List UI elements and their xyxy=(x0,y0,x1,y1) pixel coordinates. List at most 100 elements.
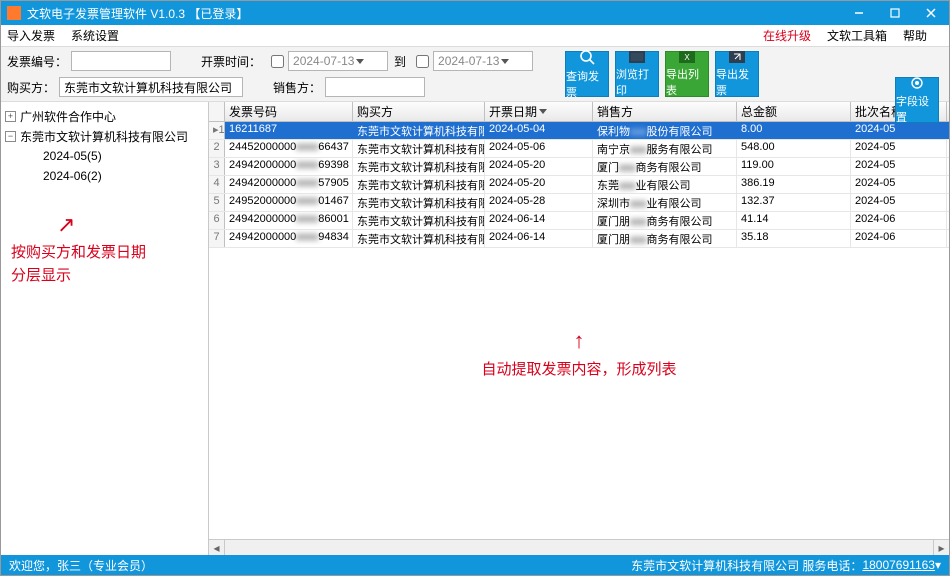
expand-icon[interactable]: + xyxy=(5,111,16,122)
cell-invoice-no: 24942000000xxxx86001 xyxy=(225,212,353,229)
cell-batch: 2024-06 xyxy=(851,212,947,229)
query-button[interactable]: 查询发票 xyxy=(565,51,609,97)
table-row[interactable]: 324942000000xxxx69398东莞市文软计算机科技有限公司2024-… xyxy=(209,158,949,176)
row-index: 3 xyxy=(209,158,225,175)
status-bar: 欢迎您，张三（专业会员） 东莞市文软计算机科技有限公司 服务电话： 180076… xyxy=(1,555,949,575)
tree-node[interactable]: +广州软件合作中心 xyxy=(3,106,206,126)
cell-invoice-no: 24942000000xxxx94834 xyxy=(225,230,353,247)
export-list-button[interactable]: X导出列表 xyxy=(665,51,709,97)
cell-buyer: 东莞市文软计算机科技有限公司 xyxy=(353,194,485,211)
export-invoice-button[interactable]: 导出发票 xyxy=(715,51,759,97)
export-list-icon: X xyxy=(677,50,697,64)
date-to-picker[interactable]: 2024-07-13 xyxy=(433,51,533,71)
annotation-text: 按购买方和发票日期分层显示 xyxy=(3,242,206,287)
col-seller[interactable]: 销售方 xyxy=(593,102,737,121)
menu-toolbox[interactable]: 文软工具箱 xyxy=(827,27,887,44)
main-body: +广州软件合作中心 −东莞市文软计算机科技有限公司 2024-05(5) 202… xyxy=(1,102,949,555)
app-window: 文软电子发票管理软件 V1.0.3 【已登录】 导入发票 系统设置 在线升级 文… xyxy=(0,0,950,576)
col-invoice-no[interactable]: 发票号码 xyxy=(225,102,353,121)
col-buyer[interactable]: 购买方 xyxy=(353,102,485,121)
cell-amount: 548.00 xyxy=(737,140,851,157)
invoice-no-input[interactable] xyxy=(71,51,171,71)
cell-invoice-no: 24942000000xxxx69398 xyxy=(225,158,353,175)
cell-invoice-no: 24942000000xxxx57905 xyxy=(225,176,353,193)
cell-seller: 厦门朋xxx商务有限公司 xyxy=(593,230,737,247)
cell-batch: 2024-05 xyxy=(851,194,947,211)
menu-help[interactable]: 帮助 xyxy=(903,27,927,44)
date-from-picker[interactable]: 2024-07-13 xyxy=(288,51,388,71)
date-to-checkbox[interactable] xyxy=(416,55,429,68)
collapse-icon[interactable]: − xyxy=(5,131,16,142)
label-seller: 销售方： xyxy=(273,79,321,96)
table-row[interactable]: 224452000000xxxx66437东莞市文软计算机科技有限公司2024-… xyxy=(209,140,949,158)
row-index: 4 xyxy=(209,176,225,193)
minimize-button[interactable] xyxy=(841,1,877,25)
label-date: 开票时间： xyxy=(201,53,261,70)
status-welcome: 欢迎您，张三（专业会员） xyxy=(9,557,153,574)
h-scrollbar[interactable]: ◂ ▸ xyxy=(209,539,949,555)
menu-upgrade[interactable]: 在线升级 xyxy=(763,27,811,44)
cell-batch: 2024-05 xyxy=(851,176,947,193)
col-rowhead[interactable] xyxy=(209,102,225,121)
row-index: 5 xyxy=(209,194,225,211)
data-grid: 发票号码 购买方 开票日期 销售方 总金额 批次名称 ▸116211687东莞市… xyxy=(209,102,949,555)
grid-body[interactable]: ▸116211687东莞市文软计算机科技有限公司2024-05-04保利物xxx… xyxy=(209,122,949,282)
print-icon xyxy=(627,50,647,64)
annotation-arrow-icon: ↗ xyxy=(57,212,206,238)
cell-seller: 厦门朋xxx商务有限公司 xyxy=(593,212,737,229)
maximize-button[interactable] xyxy=(877,1,913,25)
gear-icon xyxy=(907,75,927,91)
row-index: 6 xyxy=(209,212,225,229)
cell-seller: 深圳市xxx业有限公司 xyxy=(593,194,737,211)
tree-node[interactable]: −东莞市文软计算机科技有限公司 xyxy=(3,126,206,146)
buyer-input[interactable] xyxy=(59,77,243,97)
scroll-track[interactable] xyxy=(225,540,933,555)
search-icon xyxy=(577,48,597,66)
cell-date: 2024-05-04 xyxy=(485,122,593,139)
status-phone-link[interactable]: 18007691163 xyxy=(862,558,935,572)
row-index: 7 xyxy=(209,230,225,247)
table-row[interactable]: 624942000000xxxx86001东莞市文软计算机科技有限公司2024-… xyxy=(209,212,949,230)
menubar: 导入发票 系统设置 在线升级 文软工具箱 帮助 xyxy=(1,25,949,47)
cell-amount: 35.18 xyxy=(737,230,851,247)
menu-import[interactable]: 导入发票 xyxy=(7,27,55,44)
scroll-left-icon[interactable]: ◂ xyxy=(209,540,225,555)
scroll-right-icon[interactable]: ▸ xyxy=(933,540,949,555)
label-invoice-no: 发票编号： xyxy=(7,53,67,70)
tree-node[interactable]: 2024-05(5) xyxy=(3,146,206,166)
table-row[interactable]: 524952000000xxxx01467东莞市文软计算机科技有限公司 2024-… xyxy=(209,194,949,212)
row-index: ▸1 xyxy=(209,122,225,139)
cell-amount: 386.19 xyxy=(737,176,851,193)
status-more[interactable]: ▾ xyxy=(935,558,941,572)
col-amount[interactable]: 总金额 xyxy=(737,102,851,121)
cell-buyer: 东莞市文软计算机科技有限公司 xyxy=(353,122,485,139)
sort-icon xyxy=(539,109,547,114)
cell-seller: 保利物xxx股份有限公司 xyxy=(593,122,737,139)
cell-invoice-no: 24952000000xxxx01467 xyxy=(225,194,353,211)
row-index: 2 xyxy=(209,140,225,157)
preview-print-button[interactable]: 浏览打印 xyxy=(615,51,659,97)
chevron-down-icon xyxy=(356,59,364,64)
seller-input[interactable] xyxy=(325,77,425,97)
svg-text:X: X xyxy=(684,53,690,62)
cell-seller: 南宁京xxx服务有限公司 xyxy=(593,140,737,157)
date-from-checkbox[interactable] xyxy=(271,55,284,68)
field-settings-button[interactable]: 字段设置 xyxy=(895,77,939,123)
tree-node[interactable]: 2024-06(2) xyxy=(3,166,206,186)
menu-settings[interactable]: 系统设置 xyxy=(71,27,119,44)
cell-date: 2024-06-14 xyxy=(485,212,593,229)
cell-invoice-no: 24452000000xxxx66437 xyxy=(225,140,353,157)
label-to: 到 xyxy=(394,53,406,70)
chevron-down-icon xyxy=(501,59,509,64)
annotation-arrow-icon: ↑ xyxy=(209,328,949,354)
table-row[interactable]: 424942000000xxxx57905东莞市文软计算机科技有限公司 2024-… xyxy=(209,176,949,194)
close-button[interactable] xyxy=(913,1,949,25)
table-row[interactable]: 724942000000xxxx94834东莞市文软计算机科技有限公司2024-… xyxy=(209,230,949,248)
cell-buyer: 东莞市文软计算机科技有限公司 xyxy=(353,158,485,175)
annotation-text: ↑自动提取发票内容，形成列表 xyxy=(209,328,949,379)
cell-buyer: 东莞市文软计算机科技有限公司 xyxy=(353,140,485,157)
tree-panel: +广州软件合作中心 −东莞市文软计算机科技有限公司 2024-05(5) 202… xyxy=(1,102,209,555)
col-date[interactable]: 开票日期 xyxy=(485,102,593,121)
cell-buyer: 东莞市文软计算机科技有限公司 xyxy=(353,176,485,193)
table-row[interactable]: ▸116211687东莞市文软计算机科技有限公司2024-05-04保利物xxx… xyxy=(209,122,949,140)
